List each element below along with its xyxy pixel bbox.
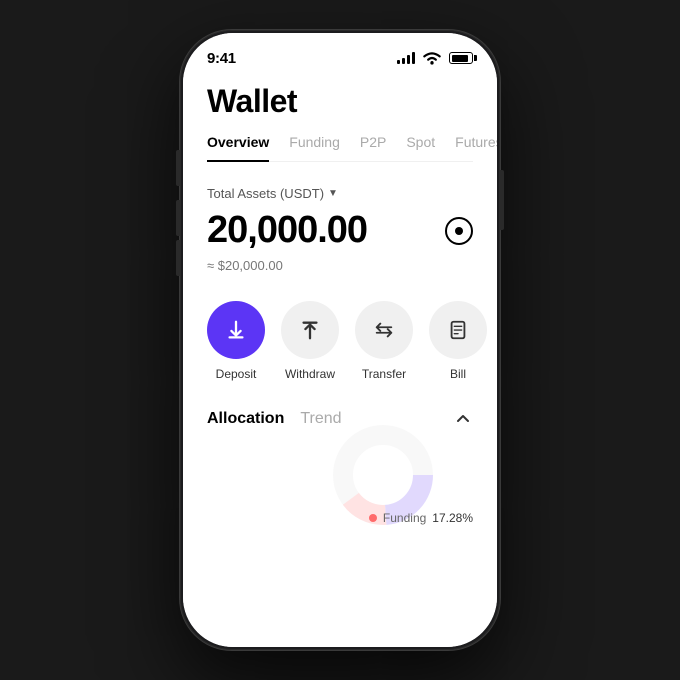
withdraw-button[interactable]: [281, 301, 339, 359]
phone-frame: 9:41: [180, 30, 500, 650]
bill-label: Bill: [450, 367, 466, 381]
withdraw-icon: [299, 319, 321, 341]
allocation-chart: Funding 17.28%: [207, 445, 473, 525]
tab-p2p[interactable]: P2P: [360, 134, 386, 161]
page-title: Wallet: [207, 83, 473, 120]
transfer-button[interactable]: [355, 301, 413, 359]
funding-dot: [369, 514, 377, 522]
action-buttons: Deposit Withdraw: [207, 301, 473, 381]
transfer-icon: [373, 319, 395, 341]
assets-label: Total Assets (USDT) ▼: [207, 186, 473, 201]
tab-funding[interactable]: Funding: [289, 134, 340, 161]
chevron-up-icon: [455, 411, 471, 427]
tab-overview[interactable]: Overview: [207, 134, 269, 162]
tab-spot[interactable]: Spot: [406, 134, 435, 161]
deposit-label: Deposit: [216, 367, 257, 381]
deposit-button[interactable]: [207, 301, 265, 359]
tab-futures[interactable]: Futures: [455, 134, 497, 161]
assets-usd-approx: ≈ $20,000.00: [207, 258, 473, 273]
signal-icon: [397, 52, 415, 64]
status-bar: 9:41: [183, 33, 497, 75]
collapse-icon[interactable]: [453, 409, 473, 429]
transfer-label: Transfer: [362, 367, 406, 381]
alloc-tab-allocation[interactable]: Allocation: [207, 410, 284, 428]
assets-amount-row: 20,000.00: [207, 209, 473, 252]
funding-percentage: 17.28%: [432, 511, 473, 525]
status-time: 9:41: [207, 50, 236, 67]
status-icons: [397, 47, 473, 69]
dropdown-arrow-icon[interactable]: ▼: [328, 188, 338, 199]
content-area: Wallet Overview Funding P2P Spot Futures…: [183, 75, 497, 647]
bill-icon: [447, 319, 469, 341]
action-bill[interactable]: Bill: [429, 301, 487, 381]
deposit-icon: [225, 319, 247, 341]
eye-icon[interactable]: [445, 217, 473, 245]
action-transfer[interactable]: Transfer: [355, 301, 413, 381]
withdraw-label: Withdraw: [285, 367, 335, 381]
action-withdraw[interactable]: Withdraw: [281, 301, 339, 381]
action-deposit[interactable]: Deposit: [207, 301, 265, 381]
assets-amount-value: 20,000.00: [207, 209, 367, 252]
battery-icon: [449, 52, 473, 64]
allocation-tab-bar: Allocation Trend: [207, 410, 342, 428]
bill-button[interactable]: [429, 301, 487, 359]
funding-text: Funding: [383, 511, 426, 525]
wifi-icon: [421, 47, 443, 69]
funding-label-row: Funding 17.28%: [369, 511, 473, 525]
phone-screen: 9:41: [183, 33, 497, 647]
tab-bar: Overview Funding P2P Spot Futures: [207, 134, 473, 162]
